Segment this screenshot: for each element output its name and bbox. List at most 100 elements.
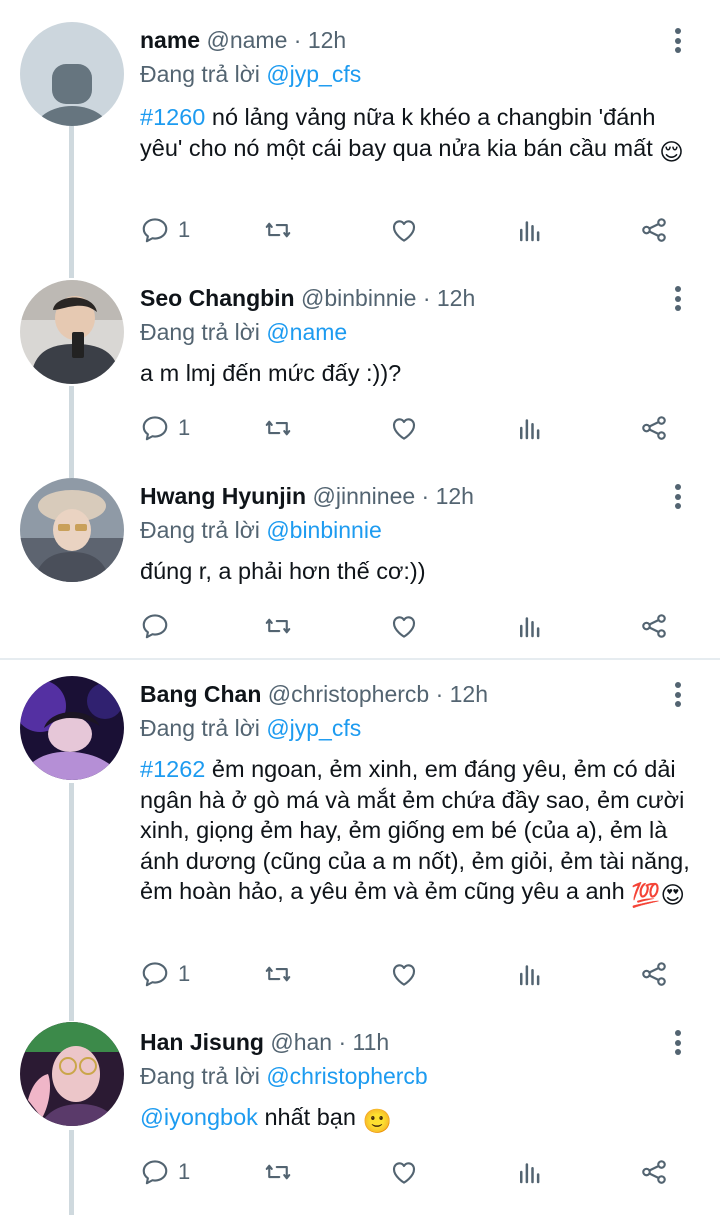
like-icon (392, 418, 416, 440)
reply-button[interactable]: 1 (140, 411, 190, 445)
tweet-text: a m lmj đến mức đấy :))? (140, 360, 402, 386)
tweet-text-body: nhất bạn (257, 1104, 363, 1130)
tweet-header: Han Jisung @han · 11h (140, 1025, 389, 1059)
share-button[interactable] (639, 411, 669, 445)
more-icon[interactable] (674, 484, 682, 513)
retweet-icon (265, 222, 291, 238)
display-name[interactable]: Bang Chan (140, 681, 261, 707)
share-button[interactable] (639, 1155, 669, 1189)
tweet[interactable]: Han Jisung @han · 11h Đang trả lời @chri… (0, 1005, 720, 1215)
reply-button[interactable]: 1 (140, 957, 190, 991)
retweet-button[interactable] (263, 609, 293, 643)
share-button[interactable] (639, 957, 669, 991)
handle[interactable]: @name (206, 27, 287, 53)
handle[interactable]: @han (270, 1029, 332, 1055)
tweet-text: đúng r, a phải hơn thế cơ:)) (140, 558, 426, 584)
timestamp[interactable]: · 12h (422, 483, 474, 509)
like-button[interactable] (389, 609, 419, 643)
action-bar: 1 (140, 411, 690, 445)
share-button[interactable] (639, 609, 669, 643)
reply-context: Đang trả lời @jyp_cfs (140, 711, 361, 745)
reply-count: 1 (178, 1159, 191, 1184)
retweet-button[interactable] (263, 213, 293, 247)
reply-button[interactable] (140, 609, 178, 643)
timestamp[interactable]: · 12h (423, 285, 475, 311)
like-button[interactable] (389, 411, 419, 445)
retweet-button[interactable] (263, 411, 293, 445)
analytics-icon (520, 419, 540, 440)
timestamp[interactable]: · 12h (294, 27, 346, 53)
like-icon (392, 616, 416, 638)
reply-to-mention[interactable]: @jyp_cfs (266, 61, 361, 87)
share-icon (642, 416, 666, 440)
analytics-button[interactable] (515, 609, 545, 643)
analytics-button[interactable] (515, 957, 545, 991)
like-icon (392, 964, 416, 986)
like-button[interactable] (389, 213, 419, 247)
analytics-button[interactable] (515, 213, 545, 247)
tweet[interactable]: Bang Chan @christophercb · 12h Đang trả … (0, 660, 720, 1005)
reply-context: Đang trả lời @jyp_cfs (140, 57, 361, 91)
reply-button[interactable]: 1 (140, 213, 190, 247)
retweet-button[interactable] (263, 1155, 293, 1189)
reply-button[interactable]: 1 (140, 1155, 190, 1189)
relieved-emoji: 😌 (659, 138, 684, 165)
share-button[interactable] (639, 213, 669, 247)
analytics-icon (520, 221, 540, 242)
handle[interactable]: @jinninee (313, 483, 416, 509)
like-button[interactable] (389, 1155, 419, 1189)
avatar[interactable] (20, 478, 124, 582)
reply-prefix: Đang trả lời (140, 715, 260, 741)
reply-icon (142, 1160, 168, 1185)
analytics-icon (520, 617, 540, 638)
avatar[interactable] (20, 1022, 124, 1126)
hashtag[interactable]: #1260 (140, 104, 205, 130)
timestamp[interactable]: · 12h (436, 681, 488, 707)
retweet-button[interactable] (263, 957, 293, 991)
tweet[interactable]: name @name · 12h Đang trả lời @jyp_cfs #… (0, 0, 720, 260)
display-name[interactable]: name (140, 27, 200, 53)
retweet-icon (265, 1164, 291, 1180)
action-bar (140, 609, 690, 643)
avatar[interactable] (20, 280, 124, 384)
reply-prefix: Đang trả lời (140, 61, 260, 87)
avatar[interactable] (20, 22, 124, 126)
retweet-icon (265, 618, 291, 634)
display-name[interactable]: Hwang Hyunjin (140, 483, 306, 509)
analytics-button[interactable] (515, 411, 545, 445)
more-icon[interactable] (674, 1030, 682, 1059)
analytics-button[interactable] (515, 1155, 545, 1189)
reply-context: Đang trả lời @binbinnie (140, 513, 382, 547)
hashtag[interactable]: #1262 (140, 756, 205, 782)
like-button[interactable] (389, 957, 419, 991)
reply-icon (142, 218, 168, 243)
display-name[interactable]: Seo Changbin (140, 285, 295, 311)
tweet-text-body: ẻm ngoan, ẻm xinh, em đáng yêu, ẻm có dả… (140, 756, 690, 904)
retweet-icon (265, 966, 291, 982)
handle[interactable]: @christophercb (268, 681, 429, 707)
timestamp[interactable]: · 11h (338, 1029, 389, 1055)
reply-prefix: Đang trả lời (140, 517, 260, 543)
reply-prefix: Đang trả lời (140, 1063, 260, 1089)
reply-to-mention[interactable]: @name (266, 319, 347, 345)
tweet-text: #1262 ẻm ngoan, ẻm xinh, em đáng yêu, ẻm… (140, 754, 695, 911)
analytics-icon (520, 965, 540, 986)
tweet-text: #1260 nó lảng vảng nữa k khéo a changbin… (140, 102, 695, 167)
tweet[interactable]: Seo Changbin @binbinnie · 12h Đang trả l… (0, 260, 720, 458)
more-icon[interactable] (674, 286, 682, 315)
action-bar: 1 (140, 957, 690, 991)
action-bar: 1 (140, 213, 690, 247)
tweet[interactable]: Hwang Hyunjin @jinninee · 12h Đang trả l… (0, 458, 720, 658)
reply-to-mention[interactable]: @christophercb (266, 1063, 427, 1089)
inline-mention[interactable]: @iyongbok (140, 1104, 258, 1130)
handle[interactable]: @binbinnie (301, 285, 416, 311)
tweet-header: name @name · 12h (140, 23, 346, 57)
reply-count: 1 (178, 415, 191, 440)
display-name[interactable]: Han Jisung (140, 1029, 264, 1055)
reply-to-mention[interactable]: @jyp_cfs (266, 715, 361, 741)
action-bar: 1 (140, 1155, 690, 1189)
more-icon[interactable] (674, 682, 682, 711)
reply-to-mention[interactable]: @binbinnie (266, 517, 381, 543)
more-icon[interactable] (674, 28, 682, 57)
avatar[interactable] (20, 676, 124, 780)
